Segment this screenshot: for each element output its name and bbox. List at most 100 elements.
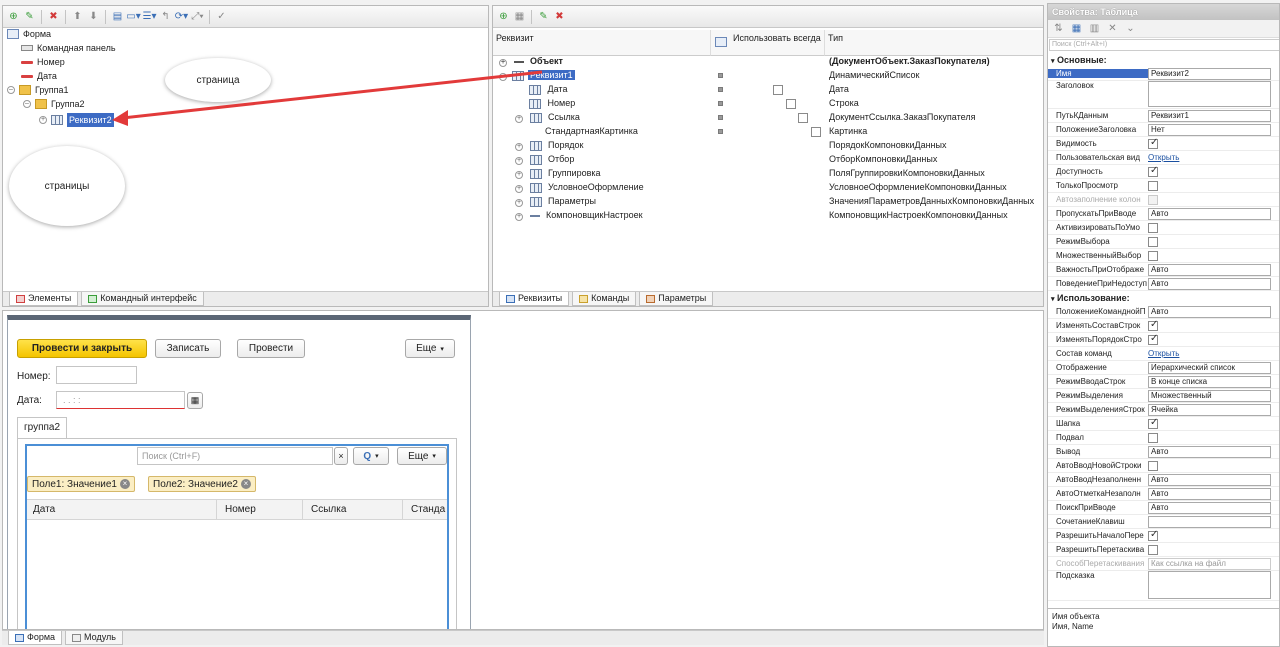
property-value <box>1148 432 1279 444</box>
chevron-down-icon: ▾ <box>432 453 436 460</box>
date-field[interactable]: . . : : <box>56 391 185 409</box>
property-name: ПоискПриВводе <box>1056 503 1116 512</box>
property-name: СочетаниеКлавиш <box>1056 517 1125 526</box>
property-name: АвтоВводНовойСтроки <box>1056 461 1142 470</box>
property-link[interactable]: Открыть <box>1148 153 1179 162</box>
properties-title: Свойства: Таблица <box>1048 4 1279 20</box>
properties-search[interactable]: Поиск (Ctrl+Alt+I) <box>1049 39 1279 51</box>
filter-icon[interactable]: ▥ <box>1087 21 1102 36</box>
table-more-button[interactable]: Еще ▾ <box>397 447 447 465</box>
property-checkbox[interactable] <box>1148 529 1158 541</box>
property-row: ПутьКДанным Реквизит1 <box>1048 109 1279 123</box>
property-input[interactable]: Ячейка <box>1148 403 1271 416</box>
column-header-link[interactable]: Ссылка <box>303 500 403 520</box>
property-input[interactable]: Авто <box>1148 263 1271 276</box>
property-checkbox[interactable] <box>1148 417 1158 429</box>
property-input[interactable]: Авто <box>1148 487 1271 500</box>
property-checkbox[interactable] <box>1148 194 1158 205</box>
property-row: ПоложениеКоманднойП Авто <box>1048 305 1279 319</box>
categories-icon[interactable]: ▦ <box>1069 21 1084 36</box>
property-input[interactable]: В конце списка <box>1148 375 1271 388</box>
property-input[interactable]: Множественный <box>1148 389 1271 402</box>
number-label: Номер: <box>17 371 51 382</box>
property-value: Множественный <box>1148 389 1279 402</box>
post-button[interactable]: Провести <box>237 339 305 358</box>
property-value <box>1148 194 1279 206</box>
property-input[interactable]: Как ссылка на файл <box>1148 557 1271 570</box>
property-input[interactable]: Авто <box>1148 305 1271 318</box>
property-checkbox[interactable] <box>1148 319 1158 331</box>
property-checkbox[interactable] <box>1148 180 1158 191</box>
table-container: Поиск (Ctrl+F) × Q ▾ Еще ▾ Поле1: Значен… <box>25 444 449 629</box>
section-main[interactable]: ▾ Основные: <box>1048 54 1279 66</box>
post-and-close-button[interactable]: Провести и закрыть <box>17 339 147 358</box>
calendar-button[interactable]: ▦ <box>187 392 203 409</box>
filter-chip-1[interactable]: Поле1: Значение1 × <box>27 476 135 492</box>
table-search-input[interactable]: Поиск (Ctrl+F) <box>137 447 333 465</box>
property-checkbox[interactable] <box>1148 544 1158 555</box>
property-value: Авто <box>1148 501 1279 514</box>
tab-form[interactable]: Форма <box>8 631 63 645</box>
column-header-number[interactable]: Номер <box>217 500 303 520</box>
close-icon[interactable]: × <box>240 479 251 489</box>
close-icon[interactable]: ✕ <box>1105 21 1120 36</box>
property-name: Автозаполнение колон <box>1056 195 1141 204</box>
property-link[interactable]: Открыть <box>1148 349 1179 358</box>
property-checkbox[interactable] <box>1148 432 1158 443</box>
footer-line-1: Имя объекта <box>1052 612 1100 621</box>
property-value <box>1148 319 1279 332</box>
property-input[interactable]: Авто <box>1148 445 1271 458</box>
property-name: РежимВыбора <box>1056 237 1110 246</box>
write-button[interactable]: Записать <box>155 339 221 358</box>
property-value: Авто <box>1148 277 1279 290</box>
property-input[interactable]: Авто <box>1148 277 1271 290</box>
search-button[interactable]: Q ▾ <box>353 447 389 465</box>
property-input[interactable] <box>1148 515 1271 528</box>
property-input[interactable]: Нет <box>1148 123 1271 136</box>
property-checkbox[interactable] <box>1148 236 1158 247</box>
property-name: РежимВыделения <box>1056 391 1123 400</box>
close-icon[interactable]: × <box>119 479 130 489</box>
property-value: Реквизит2 <box>1148 67 1279 80</box>
property-name: АктивизироватьПоУмо <box>1056 223 1140 232</box>
collapse-icon: ▾ <box>1051 58 1055 65</box>
property-textarea[interactable] <box>1148 571 1271 599</box>
search-clear-button[interactable]: × <box>334 447 348 465</box>
property-input[interactable]: Реквизит1 <box>1148 109 1271 122</box>
property-input[interactable]: Авто <box>1148 207 1271 220</box>
property-name: АвтоВводНезаполненн <box>1056 475 1142 484</box>
property-input[interactable]: Реквизит2 <box>1148 67 1271 80</box>
module-tab-icon <box>72 633 82 642</box>
property-checkbox[interactable] <box>1148 250 1158 261</box>
sort-alpha-icon[interactable]: ⇅ <box>1051 21 1066 36</box>
column-header-standard[interactable]: Станда <box>403 500 447 520</box>
calendar-icon: ▦ <box>190 395 200 405</box>
property-row: АвтоОтметкаНезаполн Авто <box>1048 487 1279 501</box>
section-usage[interactable]: ▾ Использование: <box>1048 292 1279 304</box>
property-row: Пользовательская вид Открыть <box>1048 151 1279 165</box>
number-field[interactable] <box>56 366 137 384</box>
property-value <box>1148 137 1279 150</box>
property-textarea[interactable] <box>1148 81 1271 107</box>
column-header-date[interactable]: Дата <box>27 500 217 520</box>
property-input[interactable]: Авто <box>1148 501 1271 514</box>
property-row: Отображение Иерархический список <box>1048 361 1279 375</box>
filter-chip-2[interactable]: Поле2: Значение2 × <box>148 476 256 492</box>
property-checkbox[interactable] <box>1148 460 1158 471</box>
property-row: Вывод Авто <box>1048 445 1279 459</box>
property-checkbox[interactable] <box>1148 165 1158 177</box>
property-row: Доступность <box>1048 165 1279 179</box>
property-input[interactable]: Авто <box>1148 473 1271 486</box>
property-name: Состав команд <box>1056 349 1112 358</box>
properties-footer: Имя объекта Имя, Name <box>1048 608 1279 646</box>
property-checkbox[interactable] <box>1148 222 1158 233</box>
tab-group2[interactable]: группа2 <box>17 417 68 438</box>
chevron-down-icon[interactable]: ⌄ <box>1123 21 1138 36</box>
property-checkbox[interactable] <box>1148 333 1158 345</box>
property-checkbox[interactable] <box>1148 137 1158 149</box>
more-button[interactable]: Еще ▾ <box>405 339 455 358</box>
property-row: РазрешитьНачалоПере <box>1048 529 1279 543</box>
property-name: РазрешитьПеретаскива <box>1056 545 1145 554</box>
property-input[interactable]: Иерархический список <box>1148 361 1271 374</box>
tab-module[interactable]: Модуль <box>65 631 123 645</box>
